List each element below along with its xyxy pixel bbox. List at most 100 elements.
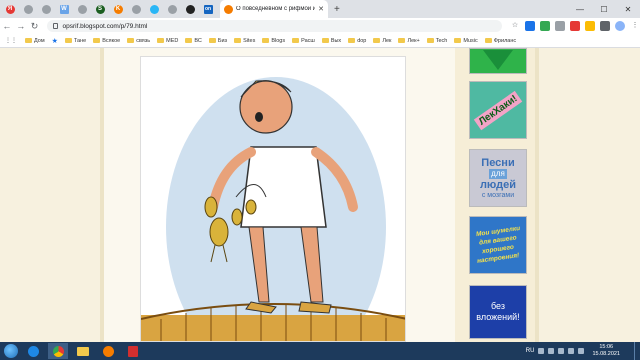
sidebar-banner-download[interactable] [469,48,527,74]
bookmark-item[interactable]: Blogs [262,38,285,44]
start-button[interactable] [4,344,18,358]
forward-icon[interactable]: → [14,21,28,31]
extension-icon[interactable] [540,21,550,31]
bookmark-star-icon[interactable]: ☆ [510,21,520,31]
extension-icon[interactable] [555,21,565,31]
bookmark-item[interactable]: Лек [373,38,391,44]
bookmark-label: Биз [217,37,228,44]
bookmark-item[interactable]: MED [157,38,178,44]
bookmark-label: Sites [243,37,256,44]
bookmark-item[interactable]: Дом [25,38,45,44]
apps-icon[interactable]: ⋮⋮ [4,37,18,44]
taskbar-avast-icon[interactable] [98,343,118,359]
tab-8[interactable] [128,2,144,16]
bookmark-item[interactable]: Tech [426,37,448,44]
folder-icon [484,38,492,43]
tray-icon[interactable] [538,348,545,354]
folder-icon [292,38,300,43]
extension-icon[interactable] [600,21,610,31]
back-icon[interactable]: ← [0,21,14,31]
lock-icon [53,23,59,29]
taskbar-ie-icon[interactable] [23,343,43,359]
tab-6[interactable]: S [92,2,108,16]
tab-word[interactable]: W [56,2,72,16]
bookmark-item[interactable]: Sites [234,38,255,44]
sidebar-banner-shumelki[interactable]: Мои шумелки для вашего хорошего настроен… [469,216,527,274]
banner-line: Песни [481,156,515,169]
chrome-icon [23,4,33,14]
tab-7[interactable]: K [110,2,126,16]
bookmark-label: связь [136,37,151,44]
tab-5[interactable] [74,2,90,16]
bookmark-item[interactable]: Биз [208,37,228,44]
network-icon[interactable] [568,348,575,354]
menu-icon[interactable]: ⋮ [630,21,640,31]
folder-icon [185,38,193,43]
sidebar-banner-songs[interactable]: Песни для людей с мозгами [469,149,527,207]
chrome-icon [167,4,177,14]
show-desktop-button[interactable] [634,342,640,360]
clock[interactable]: 15:06 15.08.2021 [592,344,620,358]
sidebar-banner-lekhaki[interactable]: ЛекХаки! [469,81,527,139]
tray-icon[interactable] [558,348,565,354]
page-viewport[interactable]: ЛекХаки! Песни для людей с мозгами Мои ш… [0,48,640,342]
bookmark-label: dop [357,37,367,44]
tab-9[interactable] [146,2,162,16]
illustration-drawing [141,77,405,341]
extension-icon[interactable] [570,21,580,31]
url-text[interactable]: opsrif.blogspot.com/p/79.html [62,23,147,30]
extension-icon[interactable] [525,21,535,31]
folder-icon [348,38,356,43]
close-tab-icon[interactable]: ✕ [318,5,324,13]
bookmark-label: Blogs [271,37,286,44]
tab-2[interactable] [20,2,36,16]
bookmark-item[interactable]: Вых [321,38,341,44]
tab-active[interactable]: О повседневном с рифмой и ... ✕ [220,0,328,18]
extension-icon[interactable] [585,21,595,31]
tab-12[interactable]: on [200,2,216,16]
folder-icon [321,38,329,43]
folder-icon [25,38,32,43]
bookmark-item[interactable]: Music [454,37,478,44]
sidebar-banner-no-investment[interactable]: без вложений! [469,285,527,339]
volume-icon[interactable] [578,348,585,354]
mouth [255,112,263,122]
bookmark-item[interactable]: ВС [185,38,202,44]
s-icon: S [95,4,105,14]
bookmark-item[interactable]: Расш [292,38,315,44]
tab-11[interactable] [182,2,198,16]
folder-icon [373,38,381,43]
taskbar-pdf-icon[interactable] [123,343,143,359]
reload-icon[interactable]: ↻ [28,21,42,32]
maximize-button[interactable]: ☐ [592,0,616,18]
extensions: ☆ ⋮ [510,21,640,31]
bookmark-item[interactable]: ★ [52,37,58,45]
tab-10[interactable] [164,2,180,16]
bookmark-item[interactable]: dop [348,38,366,44]
address-bar[interactable]: opsrif.blogspot.com/p/79.html [47,20,502,32]
tab-3[interactable] [38,2,54,16]
bookmark-item[interactable]: Лек+ [398,38,420,44]
bookmark-item[interactable]: связь [127,38,150,44]
bookmark-item[interactable]: Тане [64,38,86,44]
taskbar-explorer-icon[interactable] [73,343,93,359]
bookmark-label: Music [463,37,478,44]
new-tab-button[interactable]: + [334,4,340,15]
page-border-right [535,48,539,342]
minimize-button[interactable]: — [568,0,592,18]
profile-avatar[interactable] [615,21,625,31]
tab-yandex[interactable]: Я [2,2,18,16]
bookmark-label: Всякое [102,37,121,44]
folder-icon [93,38,101,43]
close-window-button[interactable]: ✕ [616,0,640,18]
tunic [240,146,327,228]
yandex-icon: Я [5,4,15,14]
tray-icon[interactable] [548,348,555,354]
bridge-stones [141,315,405,341]
bookmark-item[interactable]: Фриланс [484,38,516,44]
language-indicator[interactable]: RU [526,348,535,354]
taskbar-chrome-icon[interactable] [48,343,68,359]
post-illustration[interactable] [140,56,406,342]
bookmark-item[interactable]: Всякое [93,38,120,44]
bookmark-label: Tech [435,37,448,44]
